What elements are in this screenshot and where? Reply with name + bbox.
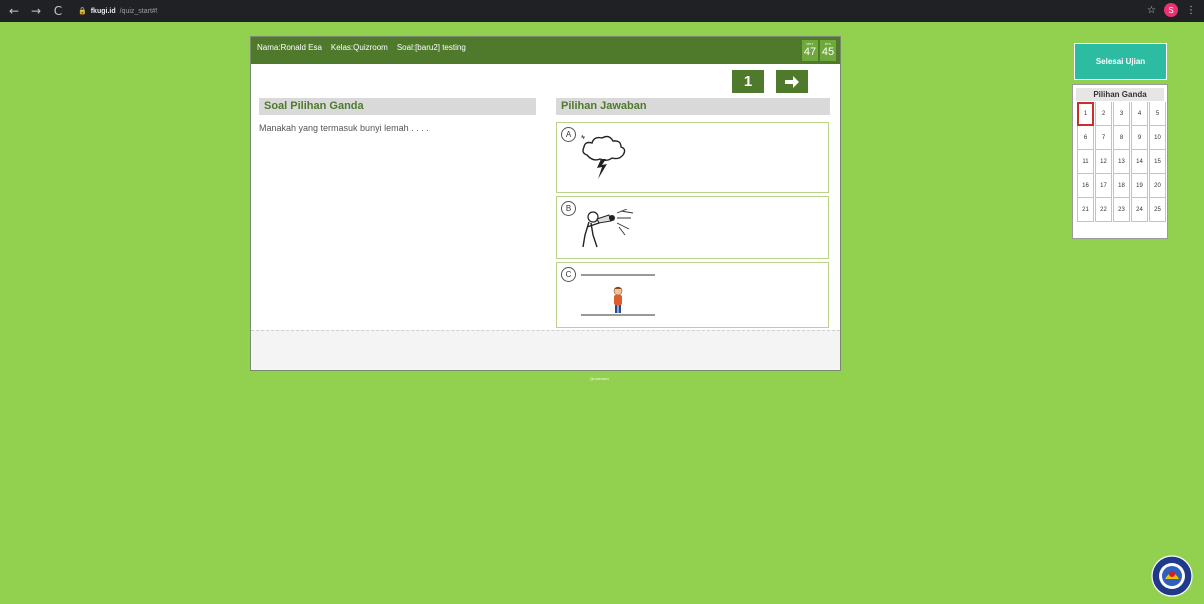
countdown-timer: MNT 47 DTK 45 bbox=[802, 40, 836, 61]
answer-option-c[interactable]: C bbox=[556, 262, 829, 328]
question-number-cell[interactable]: 21 bbox=[1077, 198, 1094, 222]
question-number-cell[interactable]: 6 bbox=[1077, 126, 1094, 150]
answers-section: Pilihan Jawaban A B C bbox=[556, 98, 830, 328]
question-number-cell[interactable]: 11 bbox=[1077, 150, 1094, 174]
question-number-cell[interactable]: 7 bbox=[1095, 126, 1112, 150]
profile-avatar[interactable]: S bbox=[1164, 3, 1178, 17]
answers-section-title: Pilihan Jawaban bbox=[556, 98, 830, 115]
student-name: Nama:Ronald Esa bbox=[257, 43, 322, 52]
option-letter: B bbox=[561, 201, 576, 216]
question-number-cell[interactable]: 16 bbox=[1077, 174, 1094, 198]
quiz-header: Nama:Ronald Esa Kelas:Quizroom Soal:[bar… bbox=[251, 37, 840, 64]
question-number-cell[interactable]: 18 bbox=[1113, 174, 1130, 198]
person-shouting-image bbox=[582, 209, 634, 248]
question-text: Manakah yang termasuk bunyi lemah . . . … bbox=[259, 123, 429, 133]
question-number-cell[interactable]: 4 bbox=[1131, 102, 1148, 126]
question-number-cell[interactable]: 8 bbox=[1113, 126, 1130, 150]
question-number-cell[interactable]: 14 bbox=[1131, 150, 1148, 174]
answer-option-b[interactable]: B bbox=[556, 196, 829, 259]
question-number-cell[interactable]: 15 bbox=[1149, 150, 1166, 174]
question-number-cell[interactable]: 25 bbox=[1149, 198, 1166, 222]
timer-seconds: DTK 45 bbox=[820, 40, 836, 61]
arrow-right-icon bbox=[785, 75, 799, 88]
back-arrow-icon[interactable]: ← bbox=[8, 4, 20, 18]
current-question-number: 1 bbox=[732, 70, 764, 93]
question-number-cell[interactable]: 3 bbox=[1113, 102, 1130, 126]
reload-icon[interactable]: C bbox=[52, 4, 64, 18]
question-number-cell[interactable]: 12 bbox=[1095, 150, 1112, 174]
timer-minutes: MNT 47 bbox=[802, 40, 818, 61]
university-logo-icon bbox=[1151, 555, 1193, 597]
question-number-cell[interactable]: 5 bbox=[1149, 102, 1166, 126]
subject-name: Soal:[baru2] testing bbox=[396, 43, 466, 52]
child-standing-image bbox=[581, 274, 655, 316]
question-grid: 1 2 3 4 5 6 7 8 9 10 11 12 13 14 15 16 17 18 19 20 21 22 23 24 2… bbox=[1077, 102, 1166, 222]
menu-dots-icon[interactable]: ⋮ bbox=[1186, 5, 1196, 16]
question-number-cell[interactable]: 17 bbox=[1095, 174, 1112, 198]
browser-toolbar: ← → C 🔒 fkugi.id/quiz_start#! ☆ S ⋮ bbox=[0, 0, 1204, 22]
lock-icon: 🔒 bbox=[78, 8, 87, 15]
question-section-title: Soal Pilihan Ganda bbox=[259, 98, 536, 115]
question-number-cell[interactable]: 23 bbox=[1113, 198, 1130, 222]
option-letter: A bbox=[561, 127, 576, 142]
question-number-cell[interactable]: 20 bbox=[1149, 174, 1166, 198]
class-name: Kelas:Quizroom bbox=[330, 43, 388, 52]
answer-option-a[interactable]: A bbox=[556, 122, 829, 193]
finish-exam-button[interactable]: Selesai Ujian bbox=[1074, 43, 1167, 80]
url-path: /quiz_start#! bbox=[119, 7, 158, 15]
question-number-cell[interactable]: 22 bbox=[1095, 198, 1112, 222]
panel-footer bbox=[251, 330, 840, 370]
question-number-cell[interactable]: 9 bbox=[1131, 126, 1148, 150]
thunder-cloud-image bbox=[581, 134, 626, 179]
url-host: fkugi.id bbox=[90, 7, 116, 15]
question-number-cell[interactable]: 13 bbox=[1113, 150, 1130, 174]
next-question-button[interactable] bbox=[776, 70, 808, 93]
brand-footer: Quizroom bbox=[590, 376, 609, 381]
forward-arrow-icon[interactable]: → bbox=[30, 4, 42, 18]
navigator-title: Pilihan Ganda bbox=[1076, 88, 1164, 101]
question-number-cell[interactable]: 2 bbox=[1095, 102, 1112, 126]
question-number-cell[interactable]: 19 bbox=[1131, 174, 1148, 198]
question-navigator: Pilihan Ganda 1 2 3 4 5 6 7 8 9 10 11 12 13 14 15 16 17 1… bbox=[1072, 84, 1168, 239]
address-bar[interactable]: 🔒 fkugi.id/quiz_start#! bbox=[78, 7, 158, 16]
question-number-cell[interactable]: 10 bbox=[1149, 126, 1166, 150]
question-number-cell[interactable]: 1 bbox=[1077, 102, 1094, 126]
quiz-panel: Nama:Ronald Esa Kelas:Quizroom Soal:[bar… bbox=[250, 36, 841, 371]
option-letter: C bbox=[561, 267, 576, 282]
question-section: Soal Pilihan Ganda Manakah yang termasuk… bbox=[259, 98, 536, 133]
star-icon[interactable]: ☆ bbox=[1147, 5, 1156, 16]
question-number-cell[interactable]: 24 bbox=[1131, 198, 1148, 222]
